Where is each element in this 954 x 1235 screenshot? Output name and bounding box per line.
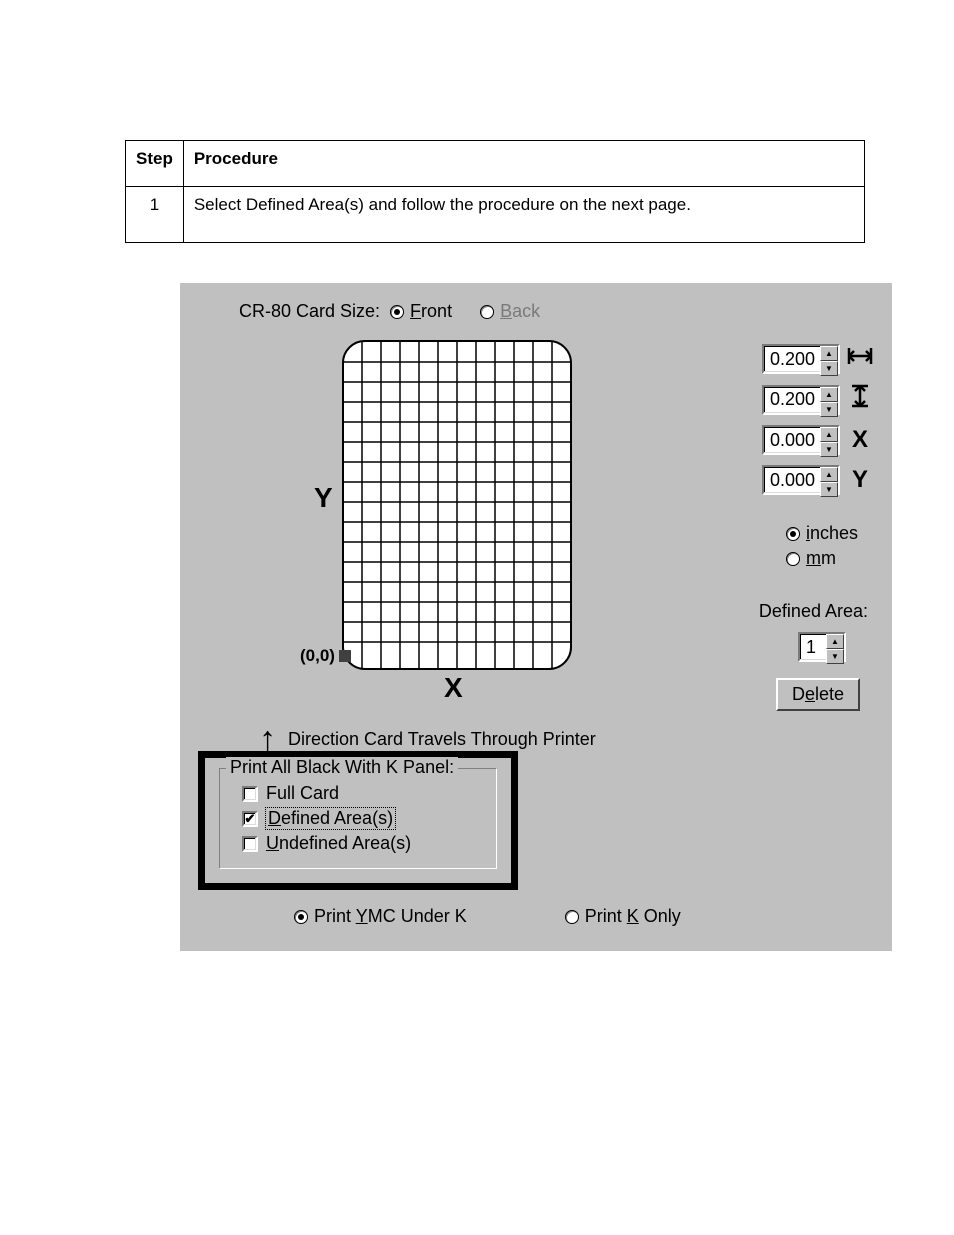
radio-print-k-only[interactable]: Print K Only: [565, 906, 681, 927]
radio-back: Back: [480, 301, 540, 322]
width-stepper[interactable]: 0.200 ▲▼: [762, 344, 840, 374]
y-dim-label: Y: [846, 466, 874, 494]
table-cell-step: 1: [126, 187, 184, 243]
spin-down-icon[interactable]: ▼: [820, 482, 838, 497]
checkbox-icon: [242, 836, 258, 852]
card-size-label: CR-80 Card Size:: [239, 301, 380, 322]
radio-inches[interactable]: inches: [786, 523, 858, 544]
card-grid-area[interactable]: Y X (0,0) ↑ Direction Card Travels Throu…: [194, 332, 614, 670]
spin-up-icon[interactable]: ▲: [826, 634, 844, 649]
table-header-step: Step: [126, 141, 184, 187]
spin-up-icon[interactable]: ▲: [820, 346, 838, 361]
radio-dot-icon: [390, 305, 404, 319]
checkbox-defined-areas[interactable]: ✔ Defined Area(s): [242, 808, 486, 829]
radio-dot-icon: [786, 527, 800, 541]
radio-print-ymc-under-k[interactable]: Print YMC Under K: [294, 906, 467, 927]
y-stepper[interactable]: 0.000 ▲▼: [762, 465, 840, 495]
spin-up-icon[interactable]: ▲: [820, 427, 838, 442]
radio-front[interactable]: Front: [390, 301, 452, 322]
table-cell-procedure: Select Defined Area(s) and follow the pr…: [183, 187, 864, 243]
radio-dot-icon: [294, 910, 308, 924]
y-axis-label: Y: [314, 482, 333, 514]
checkbox-icon: ✔: [242, 811, 258, 827]
spin-down-icon[interactable]: ▼: [826, 649, 844, 664]
width-icon: [846, 345, 874, 374]
radio-dot-icon: [786, 552, 800, 566]
spin-down-icon[interactable]: ▼: [820, 361, 838, 376]
x-stepper[interactable]: 0.000 ▲▼: [762, 425, 840, 455]
checkbox-icon: [242, 786, 258, 802]
procedure-table: Step Procedure 1 Select Defined Area(s) …: [125, 140, 865, 243]
height-icon: [846, 384, 874, 415]
radio-mm[interactable]: mm: [786, 548, 858, 569]
checkbox-undefined-areas[interactable]: Undefined Area(s): [242, 833, 486, 854]
radio-dot-icon: [565, 910, 579, 924]
radio-dot-icon: [480, 305, 494, 319]
x-axis-label: X: [444, 672, 463, 704]
spin-up-icon[interactable]: ▲: [820, 467, 838, 482]
spin-down-icon[interactable]: ▼: [820, 402, 838, 417]
origin-label: (0,0): [300, 646, 351, 666]
card-grid-icon: [342, 340, 572, 670]
table-header-procedure: Procedure: [183, 141, 864, 187]
origin-marker-icon: [339, 650, 351, 662]
defined-area-stepper[interactable]: 1 ▲▼: [798, 632, 846, 662]
spin-down-icon[interactable]: ▼: [820, 442, 838, 457]
k-panel-groupbox-highlight: Print All Black With K Panel: Full Card …: [198, 751, 518, 890]
group-legend: Print All Black With K Panel:: [226, 757, 458, 778]
spin-up-icon[interactable]: ▲: [820, 387, 838, 402]
defined-area-label: Defined Area:: [759, 601, 868, 622]
checkbox-full-card[interactable]: Full Card: [242, 783, 486, 804]
x-dim-label: X: [846, 426, 874, 454]
k-panel-dialog: CR-80 Card Size: Front Back: [180, 283, 892, 951]
height-stepper[interactable]: 0.200 ▲▼: [762, 385, 840, 415]
delete-button[interactable]: Delete: [776, 678, 860, 711]
